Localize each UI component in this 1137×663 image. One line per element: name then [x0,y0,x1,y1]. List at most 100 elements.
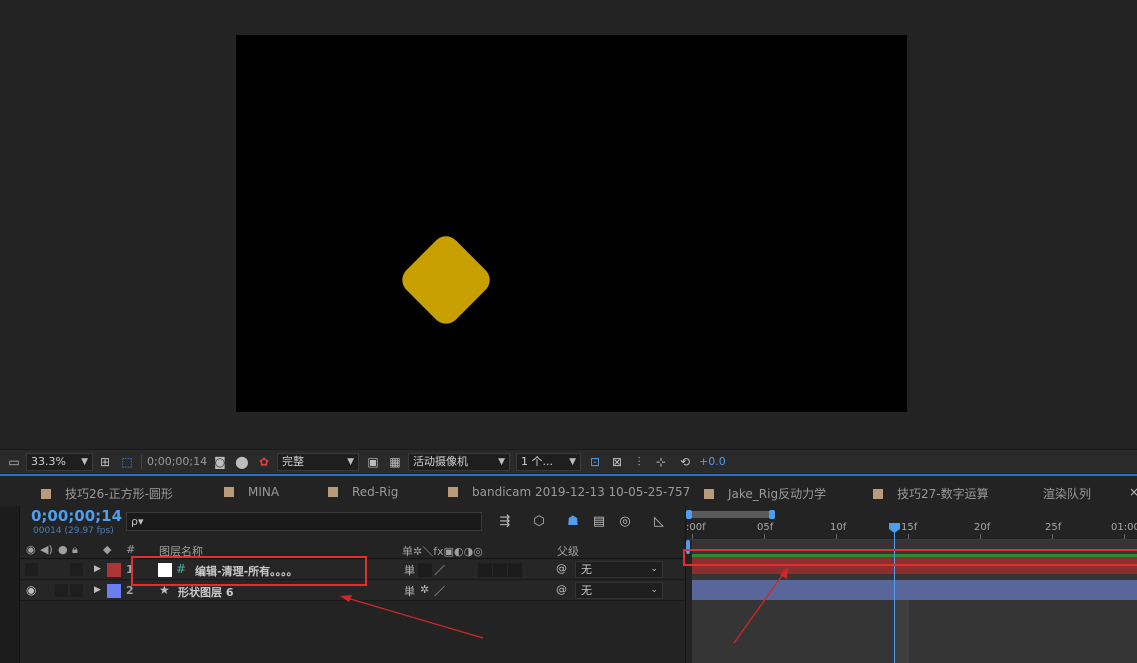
monitor-icon[interactable]: ▭ [6,454,22,470]
motion-blur-icon[interactable]: ◎ [616,513,634,531]
composition-canvas[interactable] [236,35,907,412]
timeline-icon[interactable]: ⫶ [631,454,647,470]
switches-header: 单✲＼fx▣◐◑◎ [402,545,483,558]
quality-switch-icon[interactable]: ／ [434,562,445,578]
chevron-down-icon: ▼ [498,457,505,467]
tab-trick27[interactable]: 技巧27-数字运算 [873,485,989,502]
frame-blending-icon[interactable]: ▤ [590,513,608,531]
playhead-shade [895,600,909,663]
audio-icon[interactable]: ◀) [40,543,53,556]
tab-label: 技巧27-数字运算 [897,487,989,501]
tab-color-swatch [328,487,338,497]
tab-jake-rig[interactable]: Jake_Rig反动力学 [704,485,826,502]
fast-preview-icon[interactable]: ⊠ [609,454,625,470]
layer-search-input[interactable]: ρ▾ [126,512,482,531]
close-icon[interactable]: × [1129,485,1137,499]
eye-icon[interactable]: ◉ [26,543,36,556]
collapse-switch-icon[interactable]: ✲ [420,583,429,596]
label-tag-icon[interactable]: ◆ [103,543,111,556]
camera-dropdown[interactable]: 活动摄像机 ▼ [408,453,510,471]
tab-red-rig[interactable]: Red-Rig [328,485,398,499]
flowchart-icon[interactable]: ⊹ [653,454,669,470]
divider [141,455,142,469]
transparency-grid-icon[interactable]: ⬚ [119,454,135,470]
tab-bandicam[interactable]: bandicam 2019-12-13 10-05-25-757 [448,485,690,499]
zoom-dropdown[interactable]: 33.3% ▼ [26,453,93,471]
work-area-bar[interactable] [686,510,775,519]
graph-editor-icon[interactable]: ◺ [650,513,668,531]
region-of-interest-icon[interactable]: ⊞ [97,454,113,470]
solo-icon[interactable]: ● [58,543,68,556]
tab-mina[interactable]: MINA [224,485,279,499]
twirl-arrow-icon[interactable]: ▶ [94,564,101,574]
ruler-label: 25f [1045,522,1062,533]
exposure-value[interactable]: +0.0 [699,455,726,468]
layer-number-header: # [126,543,136,556]
parent-dropdown[interactable]: 无 ⌄ [575,561,663,578]
pick-whip-icon[interactable]: @ [556,583,567,596]
current-time-display[interactable]: 0;00;00;14 [31,507,122,525]
effect-switch[interactable] [478,563,492,577]
ruler-label: 01:00 [1111,522,1137,533]
tab-color-swatch [448,487,458,497]
composition-viewer[interactable] [0,0,1137,448]
shy-switch-icon[interactable]: 単 [404,562,415,578]
parent-header[interactable]: 父级 [557,543,579,559]
work-area-start-handle[interactable] [686,510,692,519]
quality-switch-icon[interactable]: ／ [434,583,445,599]
annotation-highlight-box [131,556,367,586]
tab-trick26[interactable]: 技巧26-正方形-圆形 [41,485,173,502]
composition-mini-flowchart-icon[interactable]: ⇶ [496,513,514,531]
tab-label: Jake_Rig反动力学 [728,487,827,501]
resolution-dropdown[interactable]: 完整 ▼ [277,453,359,471]
show-snapshot-icon[interactable]: ⬤ [234,454,250,470]
shy-layers-icon[interactable]: ☗ [564,513,582,531]
label-color-swatch[interactable] [107,584,121,598]
twirl-arrow-icon[interactable]: ▶ [94,585,101,595]
tab-label: MINA [248,485,280,499]
viewer-timecode[interactable]: 0;00;00;14 [147,455,207,468]
toggle-pixel-aspect-icon[interactable]: ⊡ [587,454,603,470]
chevron-down-icon: ▼ [81,457,88,467]
motion-blur-switch[interactable] [508,563,522,577]
toggle-transparency-icon[interactable]: ▦ [387,454,403,470]
ruler-label: :00f [686,522,706,533]
tab-render-queue[interactable]: 渲染队列 [1043,485,1091,502]
color-channels-icon[interactable]: ✿ [256,454,272,470]
ruler-label: 05f [757,522,774,533]
layer-name[interactable]: 形状图层 6 [178,584,233,600]
chevron-down-icon: ▼ [347,457,354,467]
shy-switch-icon[interactable]: 単 [404,583,415,599]
tab-label: bandicam 2019-12-13 10-05-25-757 [472,485,691,499]
parent-dropdown[interactable]: 无 ⌄ [575,582,663,599]
label-color-swatch[interactable] [107,563,121,577]
parent-value: 无 [581,584,592,597]
draft-3d-icon[interactable]: ⬡ [530,513,548,531]
lock-toggle[interactable] [70,584,83,597]
frame-info: 00014 (29.97 fps) [33,526,114,536]
visibility-toggle[interactable] [25,563,38,576]
playhead-line[interactable] [894,524,895,663]
views-value: 1 个... [521,455,553,468]
search-icon: ρ▾ [131,515,144,528]
views-dropdown[interactable]: 1 个... ▼ [516,453,581,471]
eye-icon[interactable]: ◉ [26,583,36,597]
lock-toggle[interactable] [70,563,83,576]
camera-snapshot-icon[interactable]: ◙ [212,454,228,470]
solo-toggle[interactable] [55,584,68,597]
timeline-graph-area[interactable]: :00f 05f 10f 15f 20f 25f 01:00 [685,506,1137,663]
tab-color-swatch [224,487,234,497]
fast-previews-icon[interactable]: ▣ [365,454,381,470]
pick-whip-icon[interactable]: @ [556,562,567,575]
collapse-switch[interactable] [418,563,432,577]
layer-duration-bar[interactable] [692,580,1137,600]
chevron-down-icon: ⌄ [650,564,658,574]
ruler-label: 20f [974,522,991,533]
playhead-handle[interactable] [889,523,900,533]
viewer-toolbar: ▭ 33.3% ▼ ⊞ ⬚ 0;00;00;14 ◙ ⬤ ✿ 完整 ▼ ▣ ▦ … [0,449,1137,473]
lock-icon[interactable]: 🔒︎ [72,543,78,557]
frame-blend-switch[interactable] [493,563,507,577]
work-area-end-handle[interactable] [769,510,775,519]
reset-exposure-icon[interactable]: ⟲ [677,454,693,470]
chevron-down-icon: ▼ [569,457,576,467]
